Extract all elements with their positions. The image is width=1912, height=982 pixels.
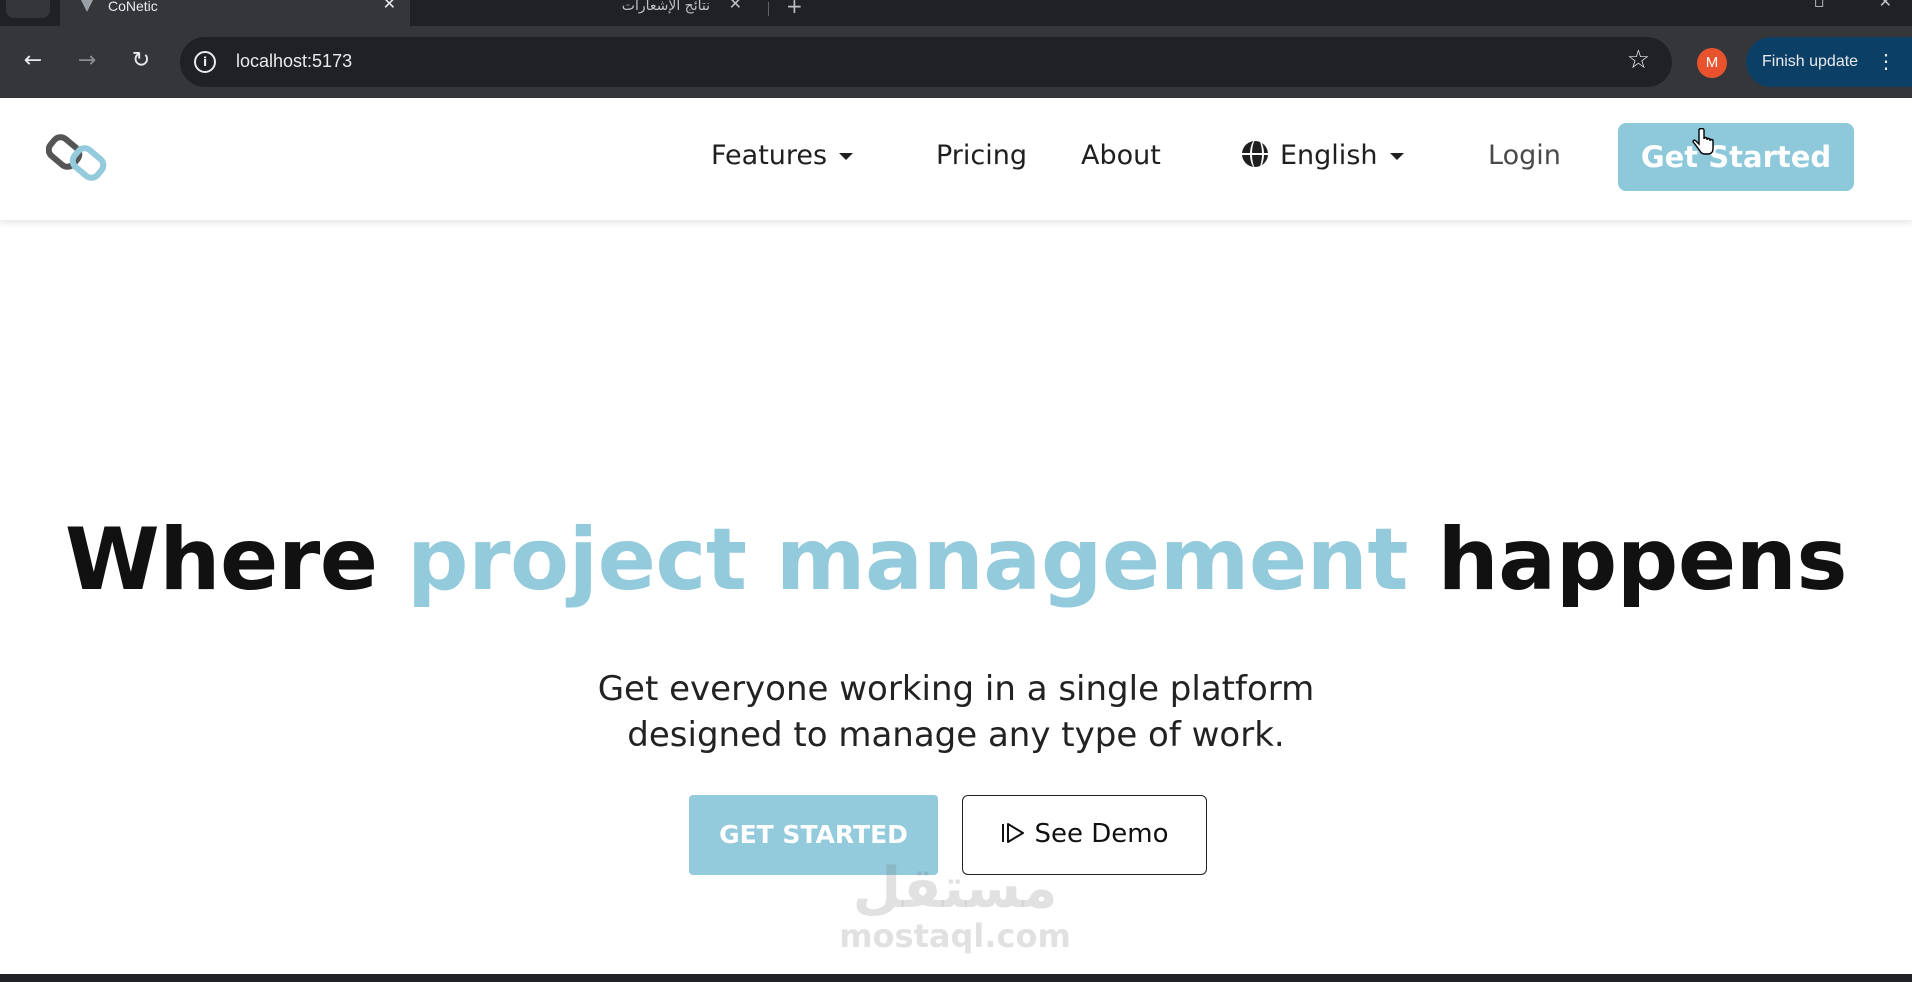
play-icon [1002,823,1025,843]
minimize-icon[interactable]: ▫ [1814,0,1825,11]
finish-update-label: Finish update [1762,53,1859,70]
watermark-url: mostaql.com [839,917,1071,955]
hero-subtitle-line1: Get everyone working in a single platfor… [597,669,1315,709]
nav-pricing[interactable]: Pricing [936,140,1027,171]
hero-title-accent: project management [407,510,1408,610]
hero-title-end: happens [1437,510,1848,610]
see-demo-label: See Demo [1034,819,1169,849]
watermark: مستقل mostaql.com [790,856,1120,955]
site-info-icon[interactable]: i [194,51,216,73]
address-bar[interactable]: i localhost:5173 ☆ [180,37,1672,87]
favicon-icon [80,0,94,12]
url-text[interactable]: localhost:5173 [236,51,352,72]
tab-active[interactable]: CoNetic ✕ [60,0,410,26]
language-label: English [1280,140,1378,171]
bottom-edge [0,974,1912,982]
finish-update-button[interactable]: Finish update ⋮ [1746,37,1912,87]
nav-features[interactable]: Features [711,140,854,171]
site-header: Features Pricing About English Login Get… [0,98,1912,220]
language-selector[interactable]: English [1242,140,1404,171]
hero-title-start: Where [64,510,378,610]
nav-login[interactable]: Login [1488,140,1561,171]
hand-cursor-icon [1692,128,1714,155]
hero-subtitle: Get everyone working in a single platfor… [0,666,1912,758]
close-icon[interactable]: ✕ [383,0,396,13]
new-tab-button[interactable]: + [786,0,803,18]
get-started-button[interactable]: Get Started [1618,123,1854,191]
profile-avatar[interactable]: M [1697,48,1727,78]
tab-title: نتائج الإشعارات [621,0,710,14]
tab-search-button[interactable] [6,0,50,18]
browser-toolbar: ← → ↻ i localhost:5173 ☆ M Finish update… [0,26,1912,98]
tab-divider [768,2,769,16]
forward-arrow-icon[interactable]: → [72,46,102,76]
globe-icon [1242,141,1268,167]
watermark-arabic: مستقل [852,856,1058,921]
tab-strip: CoNetic ✕ نتائج الإشعارات ✕ + ▫ ✕ [0,0,1912,26]
more-vert-icon[interactable]: ⋮ [1876,37,1896,87]
logo-icon[interactable] [46,132,112,184]
reload-icon[interactable]: ↻ [126,46,156,76]
nav-about[interactable]: About [1081,140,1161,171]
back-arrow-icon[interactable]: ← [18,46,48,76]
caret-down-icon [1389,153,1404,160]
hero-subtitle-line2: designed to manage any type of work. [627,715,1285,755]
close-icon[interactable]: ✕ [729,0,742,13]
bookmark-star-icon[interactable]: ☆ [1627,45,1650,75]
hero-title: Where project management happens [0,510,1912,610]
caret-down-icon [839,153,854,160]
tab-title: CoNetic [108,0,158,14]
window-controls: ▫ ✕ [1760,0,1892,11]
close-window-icon[interactable]: ✕ [1879,0,1892,11]
tab-inactive[interactable]: نتائج الإشعارات ✕ [420,0,770,26]
nav-features-label: Features [711,140,828,171]
